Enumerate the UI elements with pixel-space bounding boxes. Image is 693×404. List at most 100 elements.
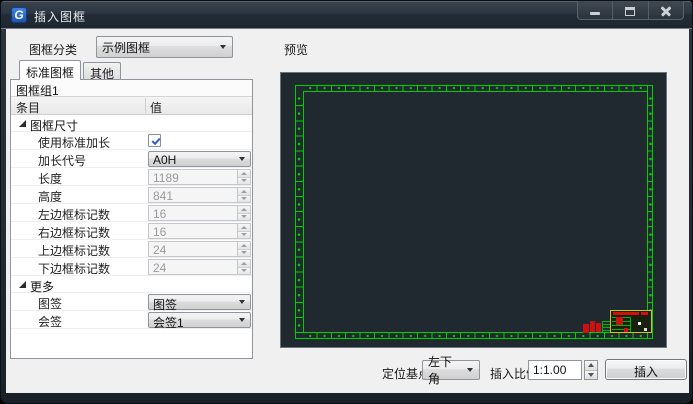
row-label: 上边框标记数 (38, 242, 110, 259)
minimize-button[interactable] (578, 1, 612, 19)
property-row-use-standard-extension: 使用标准加长 (11, 132, 252, 150)
countersign-table-graphic (590, 320, 610, 333)
minimize-icon (590, 12, 600, 15)
top-marks-spinner: 24 (148, 241, 251, 257)
base-point-dropdown[interactable]: 左下角 (422, 360, 480, 380)
maximize-icon (625, 7, 635, 16)
preview-label: 预览 (284, 41, 308, 58)
property-row-extension-code: 加长代号 A0H (11, 150, 252, 168)
row-label: 左边框标记数 (38, 206, 110, 223)
frame-bottom-marks (303, 333, 648, 339)
title-block-red-bar (613, 312, 639, 315)
row-label: 右边框标记数 (38, 224, 110, 241)
title-block-dropdown[interactable]: 图签 (148, 294, 251, 310)
row-label: 加长代号 (38, 152, 86, 169)
insert-scale-input[interactable]: 1:1.00 (528, 360, 582, 380)
group-row-more[interactable]: 更多 (11, 276, 252, 293)
property-row-right-marks: 右边框标记数 16 (11, 222, 252, 240)
column-item: 条目 (16, 99, 40, 116)
spinner-buttons (237, 242, 250, 256)
expand-triangle-icon (19, 120, 26, 127)
dropdown-value: 会签1 (153, 316, 184, 330)
category-dropdown[interactable]: 示例图框 (96, 36, 233, 58)
spinner-value: 24 (153, 243, 166, 257)
spinner-buttons (237, 260, 250, 274)
insert-button[interactable]: 插入 (605, 359, 687, 380)
spin-up-button[interactable] (585, 361, 597, 370)
insert-scale-spinner (584, 360, 598, 380)
row-label: 图签 (38, 295, 62, 312)
category-dropdown-value: 示例图框 (102, 39, 150, 56)
property-row-length: 长度 1189 (11, 168, 252, 186)
title-block-white-dot (644, 328, 647, 331)
row-label: 下边框标记数 (38, 260, 110, 277)
right-marks-spinner: 16 (148, 223, 251, 239)
row-label: 使用标准加长 (38, 134, 110, 151)
title-block-red-cell (616, 317, 623, 325)
category-label: 图框分类 (29, 41, 77, 58)
frame-group-bar: 图框组1 (11, 80, 252, 97)
height-spinner: 841 (148, 187, 251, 203)
preview-canvas (280, 72, 667, 348)
spinner-value: 24 (153, 261, 166, 275)
frame-right-marks (648, 91, 653, 333)
frame-inner-border (303, 91, 648, 333)
close-button[interactable] (648, 1, 683, 19)
spin-down-icon (238, 213, 250, 221)
property-rows: 图框尺寸 使用标准加长 加长代号 A0H 长度 1189 高度 841 左边框标… (11, 115, 252, 329)
window-controls (577, 1, 684, 20)
column-divider (145, 98, 146, 113)
window-title: 插入图框 (34, 8, 86, 25)
spin-down-icon (238, 177, 250, 185)
spinner-buttons (237, 188, 250, 202)
spinner-value: 1189 (153, 171, 179, 185)
dropdown-value: A0H (153, 153, 176, 167)
countersign-green-lines (602, 321, 610, 332)
spin-down-button[interactable] (585, 370, 597, 380)
row-label: 长度 (38, 170, 62, 187)
title-bar[interactable]: G 插入图框 (1, 1, 692, 29)
group-row-frame-size[interactable]: 图框尺寸 (11, 115, 252, 132)
spinner-value: 16 (153, 207, 166, 221)
countersign-dropdown[interactable]: 会签1 (148, 312, 251, 328)
expand-triangle-icon (19, 281, 26, 288)
extension-code-dropdown[interactable]: A0H (148, 151, 251, 167)
use-standard-extension-checkbox[interactable] (148, 134, 161, 147)
property-panel: 图框组1 条目 值 图框尺寸 使用标准加长 加长代号 A0H 长度 1189 (10, 79, 253, 359)
spin-down-icon (238, 249, 250, 257)
title-block-white-dot (638, 322, 641, 325)
length-spinner: 1189 (148, 169, 251, 185)
countersign-red-bar (596, 323, 601, 332)
property-row-countersign: 会签 会签1 (11, 311, 252, 329)
row-label: 会签 (38, 313, 62, 330)
spin-down-icon (238, 267, 250, 275)
tab-standard-frame[interactable]: 标准图框 (19, 60, 81, 80)
property-row-top-marks: 上边框标记数 24 (11, 240, 252, 258)
dropdown-value: 图签 (153, 298, 177, 312)
left-marks-spinner: 16 (148, 205, 251, 221)
maximize-button[interactable] (612, 1, 647, 19)
frame-left-marks (295, 91, 303, 333)
property-row-bottom-marks: 下边框标记数 24 (11, 258, 252, 276)
base-point-value: 左下角 (428, 353, 463, 387)
spinner-buttons (237, 224, 250, 238)
spinner-buttons (237, 170, 250, 184)
property-row-title-block: 图签 图签 (11, 293, 252, 311)
property-row-left-marks: 左边框标记数 16 (11, 204, 252, 222)
tab-label: 标准图框 (26, 66, 74, 80)
tab-other[interactable]: 其他 (83, 62, 121, 80)
title-block-graphic (610, 310, 652, 333)
bottom-marks-spinner: 24 (148, 259, 251, 275)
title-block-red-bar (641, 312, 648, 315)
insert-frame-dialog: G 插入图框 图框分类 示例图框 标准图框 其他 图框组1 条目 值 图框尺寸 (0, 0, 693, 404)
frame-top-marks (303, 85, 648, 91)
countersign-red-bar (590, 321, 595, 332)
spinner-value: 16 (153, 225, 166, 239)
property-row-height: 高度 841 (11, 186, 252, 204)
spin-down-icon (238, 195, 250, 203)
spin-down-icon (238, 231, 250, 239)
column-value: 值 (150, 99, 162, 116)
spinner-buttons (237, 206, 250, 220)
countersign-red-mark (583, 324, 589, 333)
title-block-red-dot (624, 328, 628, 332)
